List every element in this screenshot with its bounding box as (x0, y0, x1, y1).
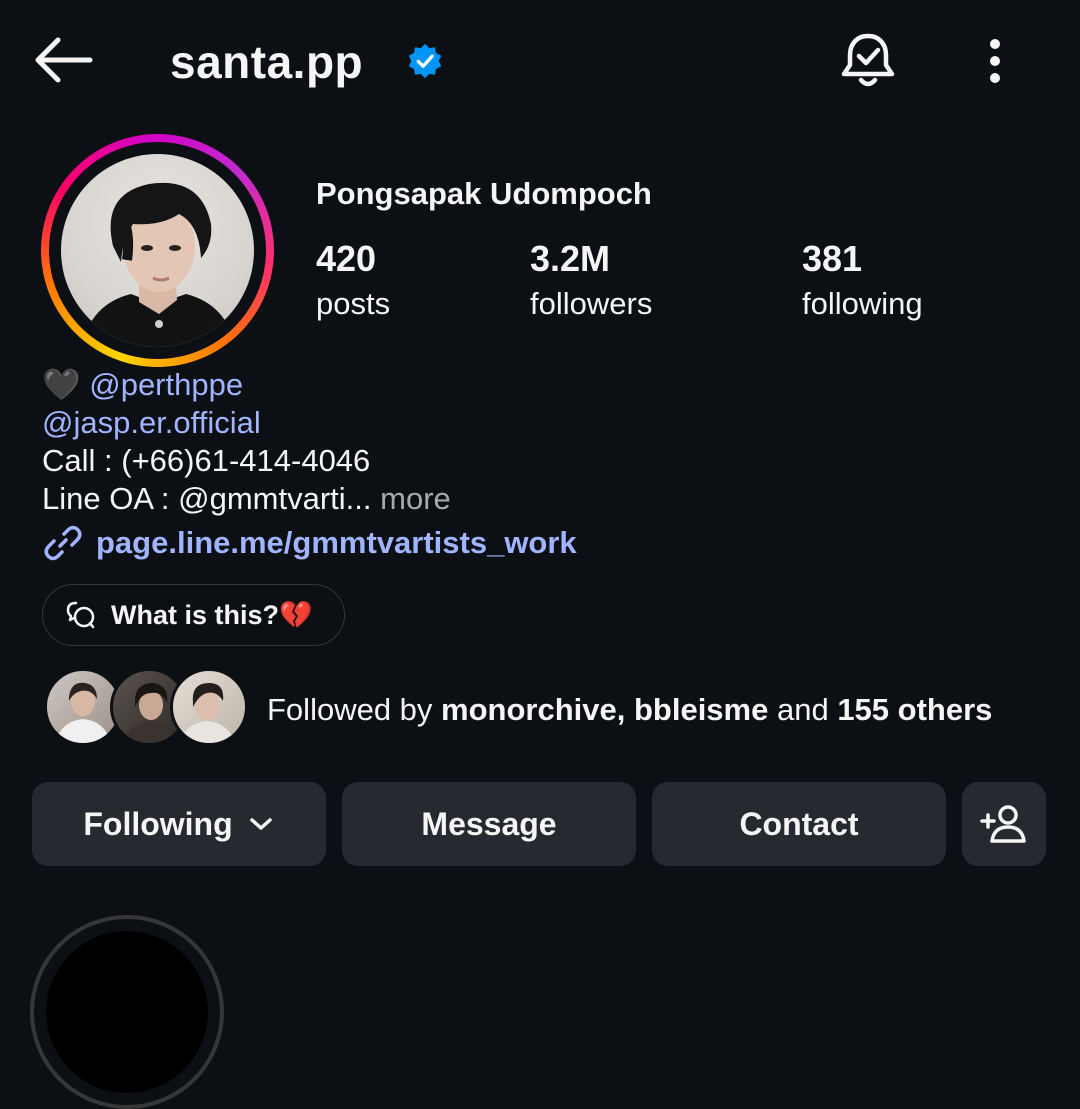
notifications-button[interactable] (836, 28, 900, 92)
stat-posts[interactable]: 420 posts (316, 236, 390, 326)
bio-line-2: @jasp.er.official (42, 404, 451, 442)
followed-by-names: monorchive, bbleisme (441, 692, 769, 727)
stat-posts-label: posts (316, 286, 391, 321)
profile-username: santa.pp (170, 36, 364, 88)
following-button-label: Following (83, 805, 233, 842)
avatar-photo (61, 154, 254, 347)
profile-full-name: Pongsapak Udompoch (316, 176, 652, 211)
more-vertical-icon (990, 39, 1000, 83)
bell-check-icon (841, 33, 895, 87)
mutual-avatar-3 (170, 668, 248, 746)
following-button[interactable]: Following (32, 782, 326, 866)
followed-by-middle: and (768, 692, 838, 727)
suggested-users-button[interactable] (962, 782, 1046, 866)
stat-followers-label: followers (530, 286, 653, 321)
mention-jasper-official[interactable]: @jasp.er.official (42, 405, 261, 440)
external-link-text: page.line.me/gmmtvartists_work (96, 525, 577, 560)
stat-followers[interactable]: 3.2M followers (530, 236, 652, 326)
note-pill-label: What is this?💔 (111, 600, 313, 630)
stat-following-count: 381 (802, 238, 863, 279)
verified-badge-icon (406, 42, 444, 80)
followed-by-others: 155 others (837, 692, 993, 727)
stat-followers-count: 3.2M (530, 238, 611, 279)
chevron-down-icon (249, 818, 272, 830)
stat-following-label: following (802, 286, 923, 321)
bio-line-1: 🖤 @perthppe (42, 366, 451, 404)
bio-more-link[interactable]: more (380, 481, 451, 516)
stat-posts-count: 420 (316, 238, 377, 279)
mention-perthppe[interactable]: @perthppe (89, 367, 243, 402)
arrow-left-icon (35, 37, 93, 83)
back-button[interactable] (30, 32, 96, 88)
contact-button-label: Contact (739, 805, 859, 842)
note-pill-button[interactable]: What is this?💔 (42, 584, 345, 646)
bio-line-4: Line OA : @gmmtvarti... more (42, 480, 451, 518)
threads-chat-icon (66, 601, 95, 629)
profile-avatar[interactable] (41, 134, 274, 367)
bio-line-3: Call : (+66)61-414-4046 (42, 443, 371, 478)
add-user-icon (980, 805, 1026, 843)
bio-line-4-text: Line OA : @gmmtvarti... (42, 481, 372, 516)
black-heart-emoji: 🖤 (42, 367, 81, 402)
followed-by-prefix: Followed by (267, 692, 442, 727)
message-button[interactable]: Message (342, 782, 636, 866)
more-options-button[interactable] (975, 36, 1015, 86)
profile-bio: 🖤 @perthppe @jasp.er.official Call : (+6… (42, 366, 451, 518)
stat-following[interactable]: 381 following (802, 236, 923, 326)
message-button-label: Message (421, 805, 557, 842)
contact-button[interactable]: Contact (652, 782, 946, 866)
story-highlight-cover (46, 931, 208, 1093)
profile-external-link[interactable]: page.line.me/gmmtvartists_work (42, 522, 577, 564)
followed-by-text[interactable]: Followed by monorchive, bbleisme and 155… (267, 688, 992, 732)
link-icon (44, 525, 82, 561)
